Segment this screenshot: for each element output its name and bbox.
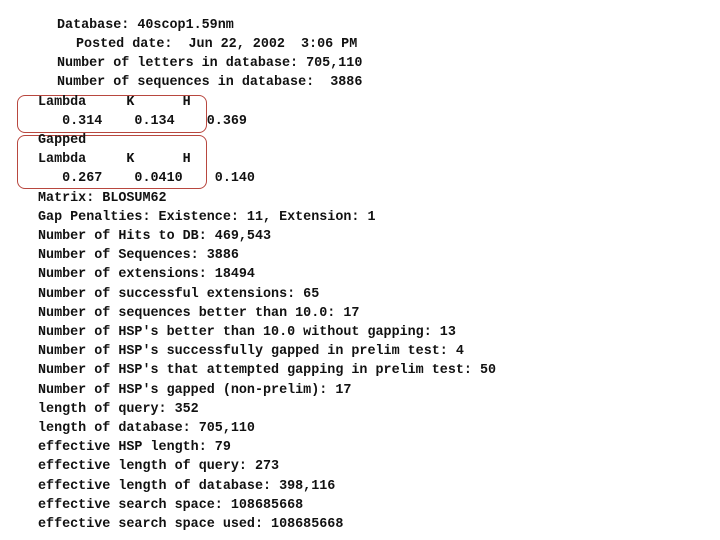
sequences-in-database: Number of sequences in database: 3886 (57, 75, 363, 90)
stat-line: effective HSP length: 79 (38, 440, 231, 455)
stat-line: Number of sequences better than 10.0: 17 (38, 306, 360, 321)
stat-line: Matrix: BLOSUM62 (38, 191, 167, 206)
gapped-label: Gapped (38, 133, 87, 148)
stat-line: effective length of query: 273 (38, 459, 280, 474)
ungapped-header-row: Lambda K H (38, 95, 191, 110)
stat-line: Number of successful extensions: 65 (38, 287, 320, 302)
stat-line: Number of HSP's successfully gapped in p… (38, 344, 464, 359)
posted-date: Posted date: Jun 22, 2002 3:06 PM (76, 37, 358, 52)
stat-line: length of query: 352 (38, 402, 199, 417)
stat-line: Gap Penalties: Existence: 11, Extension:… (38, 210, 376, 225)
ungapped-value-row: 0.314 0.134 0.369 (38, 114, 247, 129)
stat-line: effective search space used: 108685668 (38, 517, 344, 532)
stat-line: Number of Sequences: 3886 (38, 248, 239, 263)
stat-line: Number of HSP's gapped (non-prelim): 17 (38, 383, 352, 398)
stat-line: Number of HSP's that attempted gapping i… (38, 363, 497, 378)
gapped-header-row: Lambda K H (38, 152, 191, 167)
database-name: Database: 40scop1.59nm (57, 18, 234, 33)
stat-line: Number of HSP's better than 10.0 without… (38, 325, 456, 340)
blast-statistics-document: Database: 40scop1.59nm Posted date: Jun … (0, 0, 720, 540)
stat-line: length of database: 705,110 (38, 421, 255, 436)
stat-line: Number of extensions: 18494 (38, 267, 255, 282)
stat-line: Number of Hits to DB: 469,543 (38, 229, 272, 244)
letters-in-database: Number of letters in database: 705,110 (57, 56, 363, 71)
stat-line: effective length of database: 398,116 (38, 479, 336, 494)
gapped-value-row: 0.267 0.0410 0.140 (38, 171, 255, 186)
stat-line: effective search space: 108685668 (38, 498, 304, 513)
